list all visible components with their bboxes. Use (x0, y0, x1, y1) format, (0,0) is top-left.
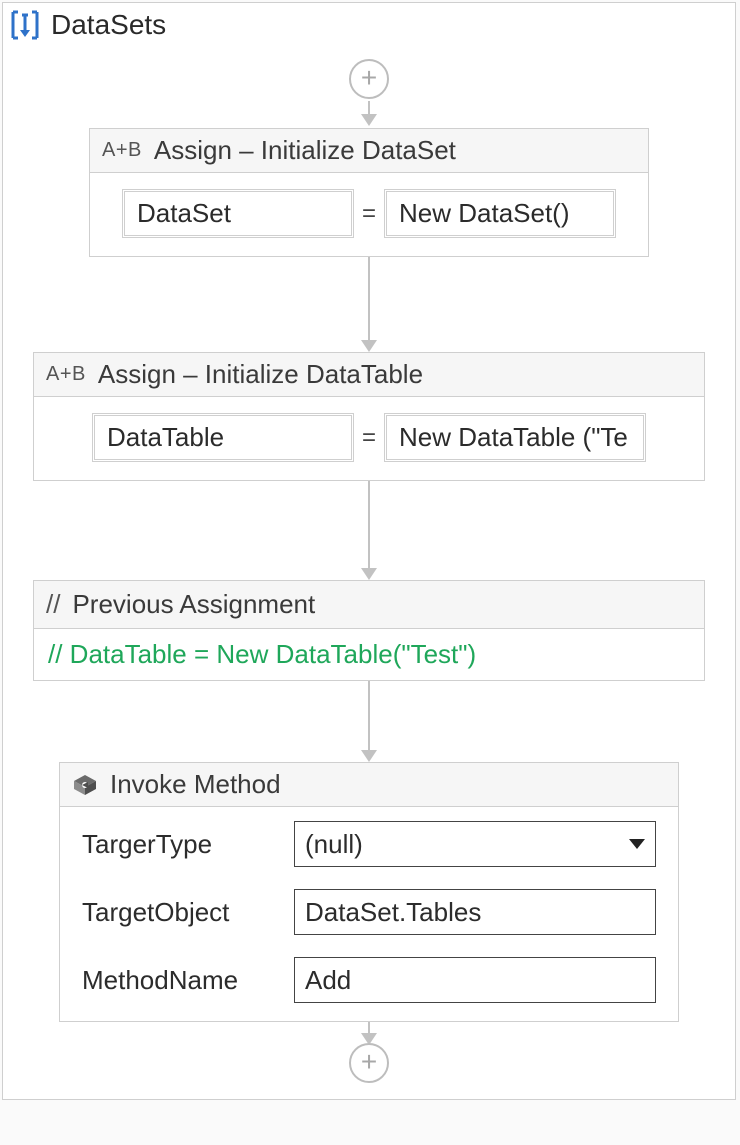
activity-body: TargerType (null) TargetObject DataSet.T… (60, 807, 678, 1021)
chevron-down-icon (629, 839, 645, 849)
equals-label: = (360, 424, 378, 452)
method-name-label: MethodName (82, 965, 282, 996)
assign-badge-icon: A+B (46, 363, 86, 386)
equals-label: = (360, 200, 378, 228)
activity-title: Invoke Method (110, 769, 281, 800)
connector-arrow (361, 101, 377, 126)
activity-header[interactable]: A+B Assign – Initialize DataSet (90, 129, 648, 173)
target-object-value: DataSet.Tables (305, 897, 481, 928)
connector-arrow (361, 681, 377, 762)
assign-value-input[interactable]: New DataTable ("Te (384, 413, 646, 462)
plus-icon: + (361, 64, 377, 92)
assign-value-input[interactable]: New DataSet() (384, 189, 616, 238)
workflow-title: DataSets (51, 9, 166, 41)
plus-icon: + (361, 1048, 377, 1076)
activity-title: Assign – Initialize DataSet (154, 135, 456, 166)
activity-title: Assign – Initialize DataTable (98, 359, 423, 390)
activity-body: DataSet = New DataSet() (90, 173, 648, 256)
add-activity-top-button[interactable]: + (349, 59, 389, 99)
workflow-header[interactable]: DataSets (3, 3, 735, 45)
assign-to-input[interactable]: DataSet (122, 189, 354, 238)
sequence-icon (9, 10, 41, 40)
workflow-body: + A+B Assign – Initialize DataSet DataSe… (3, 45, 735, 1091)
target-type-value: (null) (305, 829, 363, 860)
target-object-label: TargetObject (82, 897, 282, 928)
activity-invoke-method[interactable]: Invoke Method TargerType (null) TargetOb… (59, 762, 679, 1022)
activity-header[interactable]: A+B Assign – Initialize DataTable (34, 353, 704, 397)
target-object-input[interactable]: DataSet.Tables (294, 889, 656, 935)
activity-header[interactable]: // Previous Assignment (34, 581, 704, 629)
activity-assign-initialize-datatable[interactable]: A+B Assign – Initialize DataTable DataTa… (33, 352, 705, 481)
target-type-label: TargerType (82, 829, 282, 860)
activity-body: DataTable = New DataTable ("Te (34, 397, 704, 480)
connector-arrow (361, 257, 377, 352)
comment-text[interactable]: // DataTable = New DataTable("Test") (34, 629, 704, 680)
connector-arrow (361, 481, 377, 580)
invoke-method-icon (72, 773, 98, 797)
target-type-dropdown[interactable]: (null) (294, 821, 656, 867)
activity-title: Previous Assignment (72, 589, 315, 620)
method-name-input[interactable]: Add (294, 957, 656, 1003)
activity-comment-previous-assignment[interactable]: // Previous Assignment // DataTable = Ne… (33, 580, 705, 681)
add-activity-bottom-button[interactable]: + (349, 1043, 389, 1083)
comment-badge-icon: // (46, 589, 60, 620)
assign-to-input[interactable]: DataTable (92, 413, 354, 462)
assign-row: DataSet = New DataSet() (112, 189, 626, 238)
assign-badge-icon: A+B (102, 139, 142, 162)
workflow-sequence[interactable]: DataSets + A+B Assign – Initialize DataS… (2, 2, 736, 1100)
assign-row: DataTable = New DataTable ("Te (56, 413, 682, 462)
activity-header[interactable]: Invoke Method (60, 763, 678, 807)
method-name-value: Add (305, 965, 351, 996)
activity-assign-initialize-dataset[interactable]: A+B Assign – Initialize DataSet DataSet … (89, 128, 649, 257)
connector-arrow (361, 1022, 377, 1045)
